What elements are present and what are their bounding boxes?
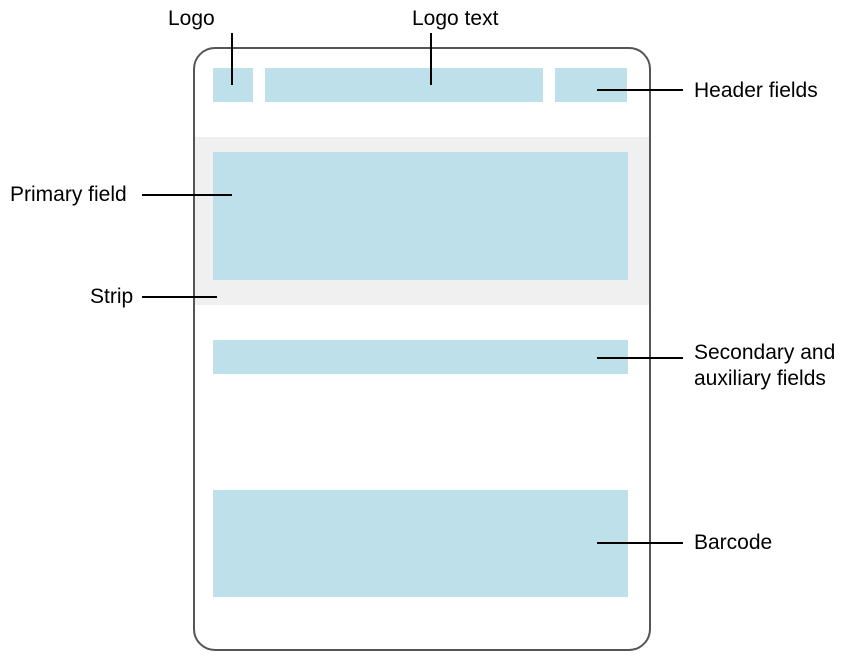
leader-secondary-auxiliary	[597, 357, 683, 359]
label-barcode: Barcode	[694, 530, 772, 556]
header-fields-region	[555, 68, 627, 102]
leader-logo-text	[430, 33, 432, 85]
logo-region	[213, 68, 253, 102]
label-logo: Logo	[168, 6, 215, 32]
leader-primary-field	[142, 194, 232, 196]
label-primary-field: Primary field	[10, 182, 127, 208]
logo-text-region	[265, 68, 543, 102]
leader-barcode	[597, 542, 683, 544]
label-secondary-auxiliary: Secondary and auxiliary fields	[694, 340, 835, 393]
label-strip: Strip	[90, 284, 133, 310]
leader-logo	[231, 33, 233, 85]
leader-strip	[142, 296, 217, 298]
secondary-auxiliary-region	[213, 340, 628, 374]
label-logo-text: Logo text	[412, 6, 498, 32]
leader-header-fields	[597, 89, 683, 91]
pass-card	[193, 47, 651, 651]
primary-field-region	[213, 152, 628, 280]
barcode-region	[213, 490, 628, 597]
label-header-fields: Header fields	[694, 78, 818, 104]
